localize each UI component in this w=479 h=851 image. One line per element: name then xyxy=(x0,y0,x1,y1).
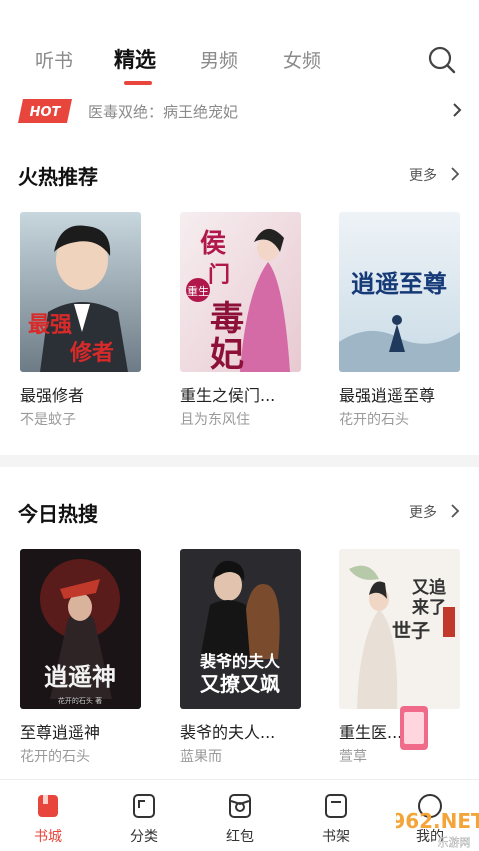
hot-book-title[interactable]: 医毒双绝：病王绝宠妃 xyxy=(88,101,238,122)
svg-text:又撩又飒: 又撩又飒 xyxy=(200,672,280,696)
book-title[interactable]: 最强逍遥至尊 xyxy=(339,382,435,406)
section-title: 火热推荐 xyxy=(18,165,98,189)
more-link[interactable]: 更多 xyxy=(409,502,437,522)
bookshelf-icon[interactable] xyxy=(322,792,350,820)
svg-text:侯: 侯 xyxy=(200,229,226,259)
svg-text:妃: 妃 xyxy=(210,335,244,372)
book-cover[interactable]: 逍遥至尊 xyxy=(339,212,460,372)
search-icon[interactable] xyxy=(427,45,457,75)
section-hot-recommend: 火热推荐 更多 最强 修者 最强修者 不是蚊子 侯 门 重生 毒 妃 重生之侯门… xyxy=(0,150,479,450)
book-author: 萱草 xyxy=(339,749,367,765)
tab-female[interactable]: 女频 xyxy=(283,46,321,73)
nav-book-city[interactable]: 书城 xyxy=(18,788,78,848)
hot-banner[interactable]: HOT 医毒双绝：病王绝宠妃 xyxy=(0,96,479,132)
nav-label[interactable]: 分类 xyxy=(114,826,174,846)
more-link[interactable]: 更多 xyxy=(409,165,437,185)
section-divider xyxy=(0,455,479,467)
book-title[interactable]: 最强修者 xyxy=(20,382,84,406)
svg-text:逍遥至尊: 逍遥至尊 xyxy=(351,269,447,298)
category-icon[interactable] xyxy=(130,792,158,820)
top-tab-bar: 听书 精选 男频 女频 xyxy=(0,0,479,96)
book-title[interactable]: 至尊逍遥神 xyxy=(20,719,100,743)
svg-text:HOT: HOT xyxy=(30,105,62,120)
nav-label[interactable]: 书城 xyxy=(18,826,78,846)
chevron-right-icon[interactable] xyxy=(450,100,464,120)
chevron-right-icon[interactable] xyxy=(449,503,461,519)
tab-male[interactable]: 男频 xyxy=(200,46,238,73)
active-tab-indicator xyxy=(124,81,152,85)
book-title[interactable]: 重生医... xyxy=(339,719,402,743)
svg-text:来了: 来了 xyxy=(411,597,446,618)
svg-text:门: 门 xyxy=(208,262,230,288)
book-author: 且为东风住 xyxy=(180,412,250,428)
book-cover[interactable]: 又追 来了 世子 xyxy=(339,549,460,709)
book-author: 花开的石头 xyxy=(20,749,90,765)
svg-text:世子: 世子 xyxy=(392,620,430,642)
book-author: 不是蚊子 xyxy=(20,412,76,428)
svg-text:962.NET: 962.NET xyxy=(396,809,479,833)
book-cover[interactable]: 裴爷的夫人 又撩又飒 xyxy=(180,549,301,709)
nav-label[interactable]: 红包 xyxy=(210,826,270,846)
svg-text:最强: 最强 xyxy=(28,312,72,338)
hot-badge: HOT xyxy=(18,99,72,123)
svg-text:裴爷的夫人: 裴爷的夫人 xyxy=(199,652,281,671)
book-title[interactable]: 裴爷的夫人... xyxy=(180,719,275,743)
book-city-icon[interactable] xyxy=(34,792,62,820)
book-title[interactable]: 重生之侯门... xyxy=(180,382,275,406)
nav-red-packet[interactable]: 红包 xyxy=(210,788,270,848)
svg-text:修者: 修者 xyxy=(69,340,114,366)
nav-bookshelf[interactable]: 书架 xyxy=(306,788,366,848)
svg-text:毒: 毒 xyxy=(210,299,244,339)
svg-text:又追: 又追 xyxy=(412,577,447,598)
chevron-right-icon[interactable] xyxy=(449,166,461,182)
section-title: 今日热搜 xyxy=(18,502,98,526)
site-watermark: 962.NET 乐游网 xyxy=(396,706,479,849)
book-author: 蓝果而 xyxy=(180,749,222,765)
svg-text:重生: 重生 xyxy=(187,284,209,298)
book-author: 花开的石头 xyxy=(339,412,409,428)
svg-text:乐游网: 乐游网 xyxy=(438,836,471,849)
red-packet-icon[interactable] xyxy=(226,792,254,820)
nav-label[interactable]: 书架 xyxy=(306,826,366,846)
svg-text:逍遥神: 逍遥神 xyxy=(44,662,116,691)
nav-category[interactable]: 分类 xyxy=(114,788,174,848)
book-cover[interactable]: 最强 修者 xyxy=(20,212,141,372)
svg-text:花开的石头 著: 花开的石头 著 xyxy=(58,696,102,705)
book-cover[interactable]: 侯 门 重生 毒 妃 xyxy=(180,212,301,372)
tab-featured[interactable]: 精选 xyxy=(114,44,156,74)
tab-audiobooks[interactable]: 听书 xyxy=(35,46,73,73)
book-cover[interactable]: 逍遥神 花开的石头 著 xyxy=(20,549,141,709)
